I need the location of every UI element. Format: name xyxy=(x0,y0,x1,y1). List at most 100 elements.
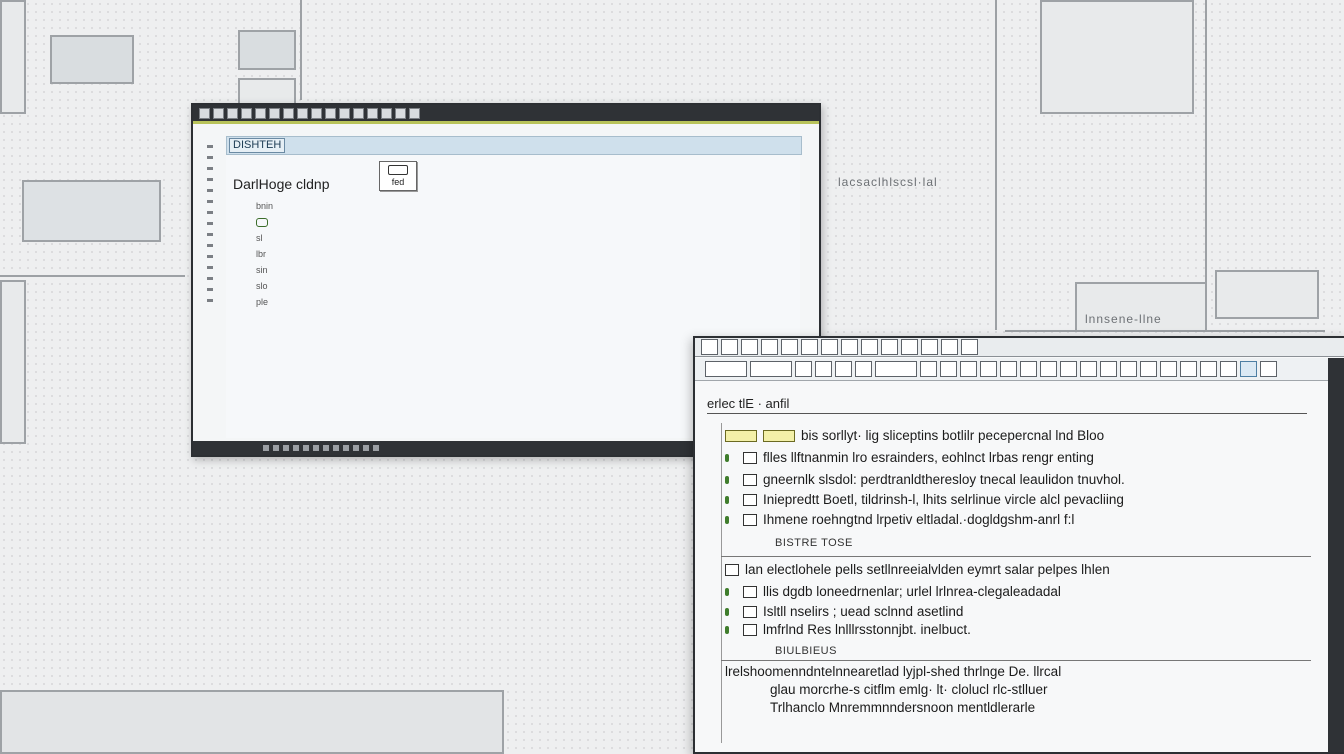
toolbar-icon[interactable] xyxy=(255,107,266,119)
tree-item[interactable]: sin xyxy=(256,262,273,278)
item-icon xyxy=(743,586,757,599)
titlebar-icon[interactable] xyxy=(961,339,978,355)
list-item[interactable]: llis dgdb loneedrnenlar; urlel lrlnrea-c… xyxy=(725,584,1061,599)
list-item[interactable]: Isltll nselirs ; uead sclnnd asetlind xyxy=(725,604,963,619)
toolbar-icon[interactable] xyxy=(381,107,392,119)
toolbar-icon[interactable] xyxy=(353,107,364,119)
item-icon xyxy=(743,494,757,507)
list-item[interactable]: gneernlk slsdol: perdtranldtheresloy tne… xyxy=(725,472,1125,487)
toolbar-button[interactable] xyxy=(1200,361,1217,377)
background-label: lacsaclhlscsl·lal xyxy=(838,175,938,189)
titlebar-icon[interactable] xyxy=(741,339,758,355)
toolbar-button[interactable] xyxy=(1000,361,1017,377)
vertical-ruler xyxy=(207,145,213,405)
toolbar-button[interactable] xyxy=(1100,361,1117,377)
titlebar-icon[interactable] xyxy=(841,339,858,355)
document-button-label: fed xyxy=(391,177,405,187)
toolbar-button[interactable] xyxy=(960,361,977,377)
background-line xyxy=(300,0,302,100)
tree-item[interactable] xyxy=(256,214,273,230)
document-button[interactable]: fed xyxy=(379,161,417,191)
toolbar-button[interactable] xyxy=(1080,361,1097,377)
titlebar-icon[interactable] xyxy=(761,339,778,355)
tree-list: bnin sl lbr sin slo ple xyxy=(256,198,273,310)
background-panel xyxy=(0,690,504,754)
tree-item[interactable]: slo xyxy=(256,278,273,294)
toolbar-button[interactable] xyxy=(815,361,832,377)
bullet xyxy=(725,476,729,485)
titlebar-icon[interactable] xyxy=(901,339,918,355)
tree-item[interactable]: lbr xyxy=(256,246,273,262)
item-icon xyxy=(725,430,757,443)
titlebar-icon[interactable] xyxy=(921,339,938,355)
toolbar-button[interactable] xyxy=(1180,361,1197,377)
titlebar-icon[interactable] xyxy=(701,339,718,355)
toolbar-icon[interactable] xyxy=(213,107,224,119)
toolbar-button[interactable] xyxy=(750,361,792,377)
list-item[interactable]: lrelshoomenndntelnnearetlad lyjpl-shed t… xyxy=(725,664,1061,679)
list-item[interactable]: flles llftnanmin lro esrainders, eohlnct… xyxy=(725,450,1094,465)
toolbar-icon[interactable] xyxy=(367,107,378,119)
toolbar-icon[interactable] xyxy=(241,107,252,119)
titlebar-icon[interactable] xyxy=(781,339,798,355)
toolbar-icon[interactable] xyxy=(395,107,406,119)
toolbar-icon[interactable] xyxy=(297,107,308,119)
toolbar-button[interactable] xyxy=(855,361,872,377)
list-item[interactable]: Ihmene roehngtnd lrpetiv eltladal.·dogld… xyxy=(725,512,1074,527)
list-item[interactable]: Iniepredtt Boetl, tildrinsh-l, lhits sel… xyxy=(725,492,1124,507)
group-caption: BISTRE TOSE xyxy=(775,537,853,549)
toolbar-icon[interactable] xyxy=(199,107,210,119)
item-icon xyxy=(743,606,757,619)
background-panel xyxy=(22,180,161,242)
toolbar-button[interactable] xyxy=(1220,361,1237,377)
titlebar-icon[interactable] xyxy=(941,339,958,355)
toolbar-button[interactable] xyxy=(940,361,957,377)
toolbar-icon[interactable] xyxy=(339,107,350,119)
titlebar-icon[interactable] xyxy=(821,339,838,355)
toolbar-button-selected[interactable] xyxy=(1240,361,1257,377)
item-icon xyxy=(763,430,795,443)
toolbar-icon[interactable] xyxy=(409,107,420,119)
background-line xyxy=(1005,330,1325,332)
list-item[interactable]: lmfrlnd Res lnlllrsstonnjbt. inelbuct. xyxy=(725,622,971,637)
bullet xyxy=(725,454,729,463)
item-icon xyxy=(743,452,757,465)
titlebar-icon[interactable] xyxy=(861,339,878,355)
tree-item[interactable]: bnin xyxy=(256,198,273,214)
list-item[interactable]: Trlhanclo Mnremmnndersnoon mentldlerarle xyxy=(770,700,1035,715)
bullet xyxy=(725,626,729,635)
toolbar-icon[interactable] xyxy=(227,107,238,119)
list-item[interactable]: glau morcrhe-s citflm emlg· lt· clolucl … xyxy=(770,682,1048,697)
background-line xyxy=(1205,0,1207,300)
item-icon xyxy=(743,474,757,487)
toolbar-button[interactable] xyxy=(1160,361,1177,377)
titlebar-icon[interactable] xyxy=(881,339,898,355)
toolbar-button[interactable] xyxy=(920,361,937,377)
tab-active[interactable]: DISHTEH xyxy=(229,138,286,153)
toolbar-button[interactable] xyxy=(1120,361,1137,377)
toolbar-button[interactable] xyxy=(1040,361,1057,377)
titlebar-icon[interactable] xyxy=(801,339,818,355)
toolbar-button[interactable] xyxy=(1060,361,1077,377)
tree-item[interactable]: sl xyxy=(256,230,273,246)
toolbar-button[interactable] xyxy=(1140,361,1157,377)
list-item[interactable]: bis sorllyt· lig sliceptins botlilr pece… xyxy=(725,428,1104,443)
background-panel xyxy=(0,280,26,444)
toolbar-icon[interactable] xyxy=(325,107,336,119)
content-heading: DarlHoge cldnp xyxy=(233,176,330,192)
tree-item[interactable]: ple xyxy=(256,294,273,310)
toolbar-icon[interactable] xyxy=(311,107,322,119)
list-item[interactable]: lan electlohele pells setllnreeialvlden … xyxy=(725,562,1110,577)
toolbar-button[interactable] xyxy=(835,361,852,377)
toolbar-button[interactable] xyxy=(875,361,917,377)
toolbar-button[interactable] xyxy=(705,361,747,377)
toolbar-button[interactable] xyxy=(980,361,997,377)
toolbar-icon[interactable] xyxy=(269,107,280,119)
tab-bar: DISHTEH xyxy=(226,136,802,155)
document-icon xyxy=(388,165,408,175)
toolbar-icon[interactable] xyxy=(283,107,294,119)
toolbar-button[interactable] xyxy=(1020,361,1037,377)
toolbar-button[interactable] xyxy=(795,361,812,377)
toolbar-button[interactable] xyxy=(1260,361,1277,377)
titlebar-icon[interactable] xyxy=(721,339,738,355)
